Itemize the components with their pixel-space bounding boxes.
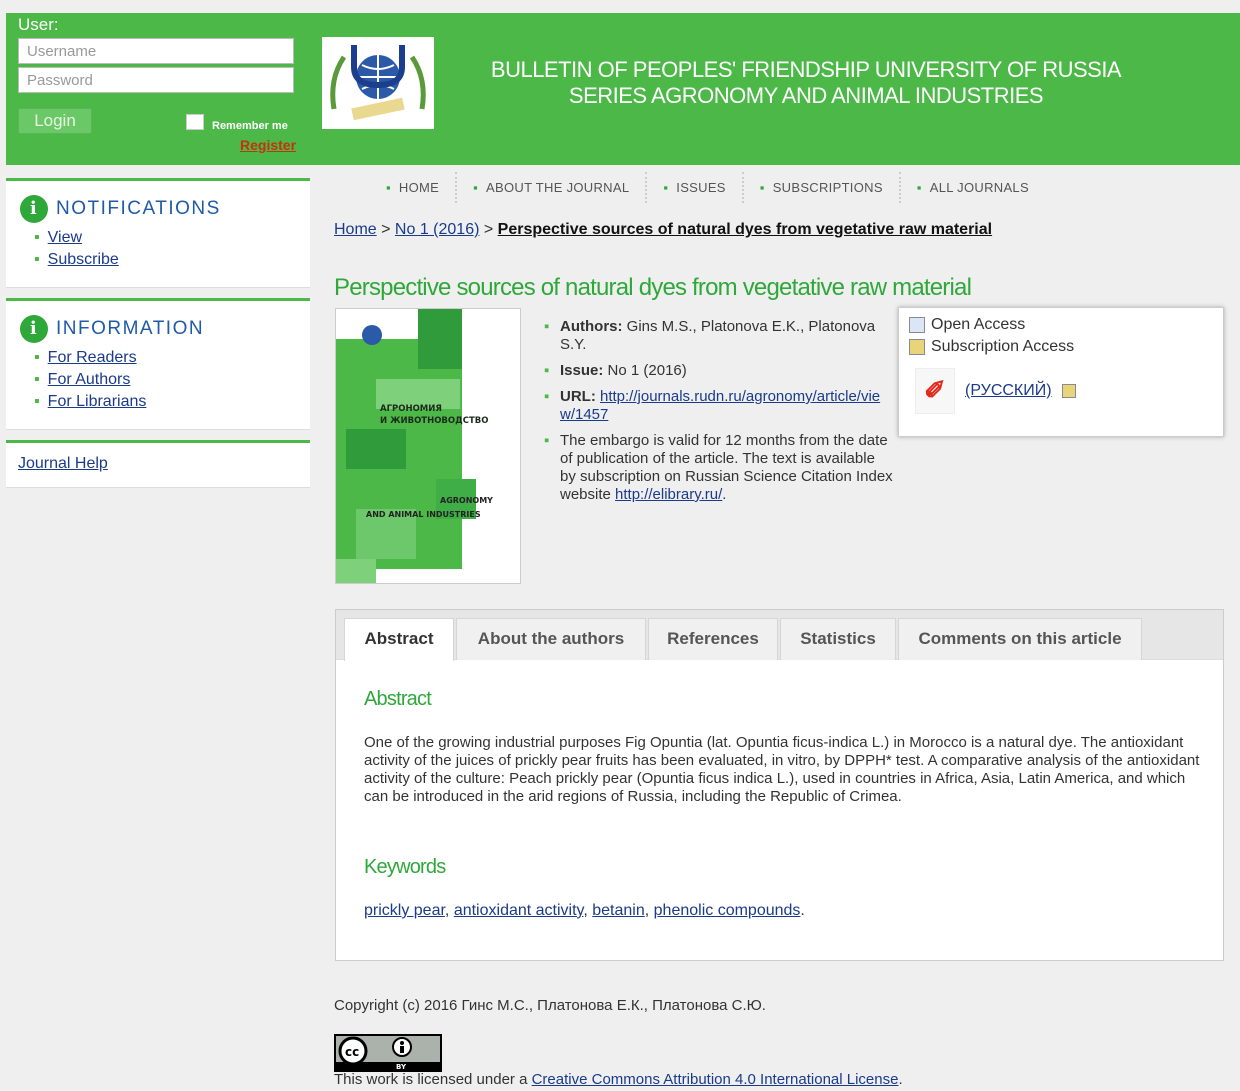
article-meta: Authors: Gins M.S., Platonova E.K., Plat… (544, 318, 894, 512)
username-input[interactable] (18, 38, 294, 64)
access-box: Open Access Subscription Access ✐ (РУССК… (898, 307, 1224, 437)
for-readers-link[interactable]: For Readers (48, 349, 137, 366)
logo-emblem-icon (330, 45, 426, 121)
breadcrumb-issue[interactable]: No 1 (2016) (395, 221, 480, 238)
information-title: INFORMATION (56, 318, 205, 339)
license-suffix: . (898, 1071, 903, 1088)
abstract-heading: Abstract (364, 688, 432, 710)
keyword-link[interactable]: antioxidant activity (454, 902, 584, 919)
cc-license-link[interactable]: Creative Commons Attribution 4.0 Interna… (532, 1071, 899, 1088)
issue-label: Issue: (560, 362, 604, 379)
login-button[interactable]: Login (18, 108, 92, 134)
authors-label: Authors: (560, 318, 623, 335)
subscription-access-icon (909, 339, 925, 355)
info-icon: i (20, 195, 48, 223)
article-url-link[interactable]: http://journals.rudn.ru/agronomy/article… (560, 388, 880, 423)
information-block: i INFORMATION For Readers For Authors Fo… (6, 298, 310, 430)
journal-help-link[interactable]: Journal Help (18, 455, 108, 472)
cover-title-ru-2: И ЖИВОТНОВОДСТВО (380, 416, 488, 426)
breadcrumb-current[interactable]: Perspective sources of natural dyes from… (498, 221, 992, 238)
remember-me-checkbox[interactable] (186, 114, 204, 130)
subscription-access-label: Subscription Access (931, 338, 1075, 355)
site-header: User: Login Remember me Register BULLETI… (6, 13, 1240, 165)
subscription-access-row: Subscription Access (909, 338, 1213, 356)
login-form: User: Login Remember me Register (18, 15, 298, 153)
cc-by-icon: cc BY (336, 1036, 440, 1071)
cover-title-en-1: AGRONOMY (440, 496, 493, 505)
remember-me-label: Remember me (212, 120, 288, 132)
keywords-heading: Keywords (364, 856, 446, 878)
keyword-link[interactable]: prickly pear (364, 902, 445, 919)
breadcrumb-separator: > (479, 221, 498, 238)
cc-badge-text: BY (396, 1063, 407, 1070)
register-link[interactable]: Register (240, 137, 296, 153)
breadcrumb: Home > No 1 (2016) > Perspective sources… (334, 221, 992, 239)
copyright-text: Copyright (c) 2016 Гинс М.С., Платонова … (334, 997, 766, 1014)
journal-title-line2: SERIES AGRONOMY AND ANIMAL INDUSTRIES (568, 83, 1044, 108)
meta-authors: Authors: Gins M.S., Platonova E.K., Plat… (544, 318, 894, 354)
tab-references[interactable]: References (648, 618, 778, 660)
notifications-subscribe-link[interactable]: Subscribe (48, 251, 119, 268)
meta-url: URL: http://journals.rudn.ru/agronomy/ar… (544, 388, 894, 424)
issue-cover-image[interactable]: АГРОНОМИЯ И ЖИВОТНОВОДСТВО AGRONOMY AND … (335, 308, 521, 584)
subscription-lock-icon (1061, 384, 1076, 398)
elibrary-link[interactable]: http://elibrary.ru/ (615, 486, 722, 503)
notifications-view-link[interactable]: View (48, 229, 82, 246)
nav-about-the-journal[interactable]: ABOUT THE JOURNAL (467, 172, 648, 203)
cover-art: АГРОНОМИЯ И ЖИВОТНОВОДСТВО AGRONOMY AND … (336, 309, 520, 583)
user-label: User: (18, 15, 59, 34)
info-icon: i (20, 315, 48, 343)
breadcrumb-separator: > (376, 221, 395, 238)
nav-subscriptions[interactable]: SUBSCRIPTIONS (754, 172, 901, 203)
article-title: Perspective sources of natural dyes from… (334, 274, 972, 301)
article-tabs-panel: Abstract About the authors References St… (335, 609, 1224, 961)
for-librarians-link[interactable]: For Librarians (48, 393, 147, 410)
notifications-title: NOTIFICATIONS (56, 198, 221, 219)
main-nav: HOME ABOUT THE JOURNAL ISSUES SUBSCRIPTI… (380, 172, 1055, 203)
open-access-label: Open Access (931, 316, 1026, 333)
nav-issues[interactable]: ISSUES (657, 172, 744, 203)
tab-bar: Abstract About the authors References St… (336, 610, 1223, 661)
for-authors-link[interactable]: For Authors (48, 371, 131, 388)
cover-title-ru-1: АГРОНОМИЯ (380, 404, 442, 414)
breadcrumb-home[interactable]: Home (334, 221, 377, 238)
tab-comments[interactable]: Comments on this article (898, 618, 1142, 660)
notifications-block: i NOTIFICATIONS View Subscribe (6, 178, 310, 288)
meta-issue: Issue: No 1 (2016) (544, 362, 894, 380)
nav-all-journals[interactable]: ALL JOURNALS (911, 172, 1045, 203)
pdf-download: ✐ (РУССКИЙ) (915, 368, 1213, 414)
information-heading: i INFORMATION (20, 315, 310, 343)
open-access-icon (909, 317, 925, 333)
issue-value: No 1 (2016) (607, 362, 687, 379)
university-logo[interactable] (322, 37, 434, 129)
journal-title-line1: BULLETIN OF PEOPLES' FRIENDSHIP UNIVERSI… (490, 57, 1122, 82)
journal-title: BULLETIN OF PEOPLES' FRIENDSHIP UNIVERSI… (436, 57, 1176, 109)
open-access-row: Open Access (909, 316, 1213, 334)
keyword-link[interactable]: phenolic compounds (654, 902, 801, 919)
pdf-russian-link[interactable]: (РУССКИЙ) (965, 382, 1052, 400)
keyword-link[interactable]: betanin (592, 902, 645, 919)
svg-text:cc: cc (345, 1045, 359, 1059)
cover-title-en-2: AND ANIMAL INDUSTRIES (366, 510, 481, 519)
keywords-list: prickly pear, antioxidant activity, beta… (364, 902, 805, 919)
abstract-text: One of the growing industrial purposes F… (364, 734, 1200, 805)
cc-license-badge[interactable]: cc BY (334, 1034, 442, 1072)
notifications-heading: i NOTIFICATIONS (20, 195, 310, 223)
license-prefix: This work is licensed under a (334, 1071, 532, 1088)
tab-abstract[interactable]: Abstract (344, 618, 454, 661)
embargo-end: . (722, 486, 727, 503)
remember-me[interactable]: Remember me (186, 112, 288, 132)
license-text: This work is licensed under a Creative C… (334, 1071, 903, 1088)
tab-statistics[interactable]: Statistics (780, 618, 896, 660)
nav-home[interactable]: HOME (380, 172, 458, 203)
tab-about-the-authors[interactable]: About the authors (456, 618, 646, 660)
url-label: URL: (560, 388, 596, 405)
meta-embargo: The embargo is valid for 12 months from … (544, 432, 894, 504)
journal-help-block: Journal Help (6, 440, 310, 488)
pdf-icon[interactable]: ✐ (915, 368, 955, 414)
password-input[interactable] (18, 67, 294, 93)
